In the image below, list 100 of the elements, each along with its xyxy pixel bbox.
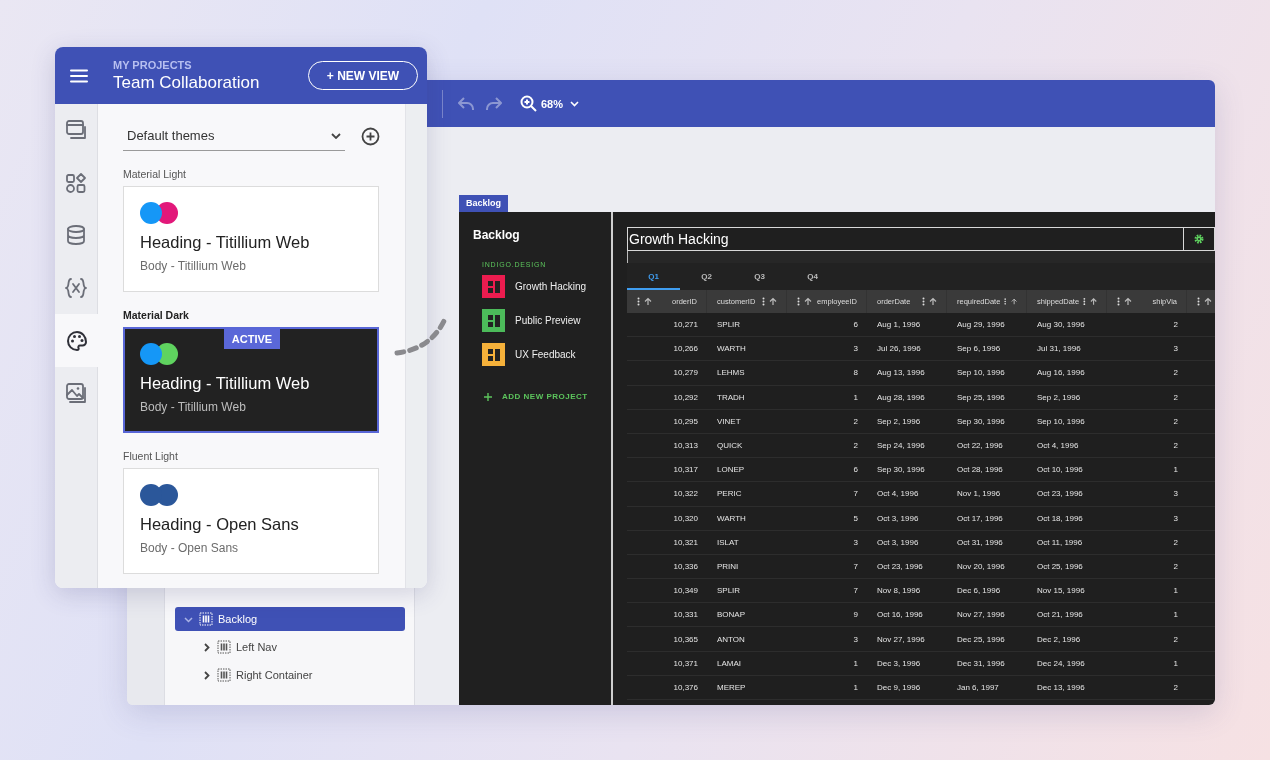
table-cell: 3 <box>1173 489 1178 499</box>
heading-sample: Heading - Titillium Web <box>140 233 311 252</box>
table-cell: Oct 31, 1996 <box>957 537 1003 547</box>
quarter-tab[interactable]: Q2 <box>680 263 733 290</box>
table-cell: 7 <box>853 489 858 499</box>
project-link[interactable]: Public Preview <box>515 315 581 326</box>
more-icon[interactable] <box>762 297 765 306</box>
table-cell: Oct 18, 1996 <box>1037 513 1083 523</box>
table-cell: Dec 2, 1996 <box>1037 634 1081 644</box>
table-cell: 2 <box>853 441 858 451</box>
table-cell: 1 <box>1173 658 1178 668</box>
table-cell: Oct 16, 1996 <box>877 610 923 620</box>
table-cell: 7 <box>853 586 858 596</box>
plus-icon <box>484 392 492 401</box>
project-link[interactable]: Growth Hacking <box>515 281 587 292</box>
table-cell: 10,349 <box>673 586 698 596</box>
database-icon <box>65 224 87 247</box>
table-cell: 1 <box>853 682 858 692</box>
quarter-tab[interactable]: Q4 <box>786 263 839 290</box>
table-cell: 10,322 <box>673 489 698 499</box>
table-cell: Jul 26, 1996 <box>877 344 921 354</box>
table-cell: 3 <box>1173 513 1178 523</box>
chevron-down-icon <box>331 132 341 139</box>
caret-right-icon[interactable] <box>201 641 212 653</box>
table-cell: 7 <box>853 561 858 571</box>
section-label: MY PROJECTS <box>113 58 193 71</box>
table-cell: Dec 25, 1996 <box>957 634 1005 644</box>
more-icon[interactable] <box>1117 297 1120 306</box>
table-cell: 2 <box>1173 634 1178 644</box>
more-icon[interactable] <box>1083 297 1086 306</box>
sort-arrow-icon[interactable] <box>804 297 812 306</box>
frame-label: Backlog <box>459 195 508 212</box>
table-cell: 6 <box>853 320 858 330</box>
tree-item[interactable]: Right Container <box>193 663 405 687</box>
table-cell: TRADH <box>717 392 745 402</box>
sort-arrow-icon[interactable] <box>1124 297 1132 306</box>
table-cell: QUICK <box>717 441 743 451</box>
table-cell: 10,321 <box>673 537 698 547</box>
table-cell: 3 <box>853 634 858 644</box>
table-cell: Aug 16, 1996 <box>1037 368 1085 378</box>
sort-arrow-icon[interactable] <box>1010 297 1017 306</box>
caret-right-icon[interactable] <box>201 669 212 681</box>
sort-arrow-icon[interactable] <box>1204 297 1212 306</box>
theme-dropdown[interactable]: Default themes <box>123 121 345 151</box>
table-cell: Sep 10, 1996 <box>1037 416 1085 426</box>
theme-name: Material Light <box>123 168 188 180</box>
table-cell: Dec 31, 1996 <box>957 658 1005 668</box>
table-cell: LAMAI <box>717 658 741 668</box>
sort-arrow-icon[interactable] <box>929 297 937 306</box>
table-cell: 10,279 <box>673 368 698 378</box>
heading-sample: Heading - Open Sans <box>140 515 300 534</box>
table-cell: 2 <box>1173 441 1178 451</box>
more-icon[interactable] <box>1004 297 1007 306</box>
theme-name: Fluent Light <box>123 450 179 462</box>
theme-card[interactable]: Heading - Open Sans Body - Open Sans <box>123 468 379 574</box>
table-cell: 1 <box>853 658 858 668</box>
theme-card[interactable]: ACTIVE Heading - Titillium Web Body - Titillium Web <box>123 327 379 433</box>
table-cell: Sep 25, 1996 <box>957 392 1005 402</box>
theme-card[interactable]: Heading - Titillium Web Body - Titillium Web <box>123 186 379 292</box>
zoom-control[interactable]: 68% <box>520 95 580 112</box>
table-cell: Oct 23, 1996 <box>877 561 923 571</box>
table-cell: Dec 9, 1996 <box>877 682 921 692</box>
table-cell: 10,271 <box>673 320 698 330</box>
more-icon[interactable] <box>922 297 925 306</box>
quarter-tab[interactable]: Q3 <box>733 263 786 290</box>
nav-title: Backlog <box>473 228 521 242</box>
title-field[interactable]: Growth Hacking <box>627 227 1184 251</box>
table-cell: Sep 30, 1996 <box>957 416 1005 426</box>
table-cell: Nov 15, 1996 <box>1037 586 1085 596</box>
table-cell: 3 <box>853 344 858 354</box>
table-cell: Oct 25, 1996 <box>1037 561 1083 571</box>
connector-line <box>394 318 447 356</box>
variables-icon <box>65 277 87 300</box>
tree-item[interactable]: Left Nav <box>193 635 405 659</box>
table-cell: 2 <box>1173 320 1178 330</box>
table-cell: 2 <box>853 416 858 426</box>
more-icon[interactable] <box>797 297 800 306</box>
table-cell: 10,371 <box>673 658 698 668</box>
table-cell: BONAP <box>717 610 745 620</box>
project-link[interactable]: UX Feedback <box>515 349 576 360</box>
add-project-link[interactable]: ADD NEW PROJECT <box>484 392 611 401</box>
table-cell: ANTON <box>717 634 745 644</box>
add-icon[interactable] <box>361 126 380 146</box>
body-sample: Body - Titillium Web <box>140 400 247 414</box>
palette-icon <box>65 329 88 352</box>
sort-arrow-icon[interactable] <box>769 297 777 306</box>
sort-arrow-icon[interactable] <box>644 297 652 306</box>
components-icon <box>65 171 87 194</box>
table-cell: 6 <box>853 465 858 475</box>
tree-item[interactable]: Backlog <box>175 607 405 631</box>
more-icon[interactable] <box>1197 297 1200 306</box>
table-cell: 3 <box>853 537 858 547</box>
table-cell: 1 <box>853 392 858 402</box>
more-icon[interactable] <box>637 297 640 306</box>
table-cell: 10,295 <box>673 416 698 426</box>
menu-icon[interactable] <box>70 68 88 83</box>
table-cell: Oct 10, 1996 <box>1037 465 1083 475</box>
sort-arrow-icon[interactable] <box>1089 297 1097 306</box>
table-cell: Oct 4, 1996 <box>1037 441 1079 451</box>
container-icon <box>199 612 213 626</box>
